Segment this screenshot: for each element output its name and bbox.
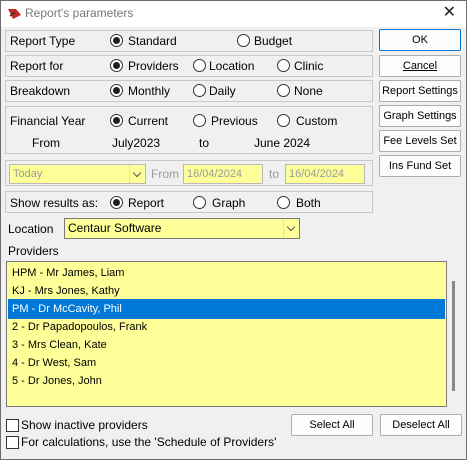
list-item[interactable]: 4 - Dr West, Sam	[8, 353, 445, 373]
radio-previous[interactable]	[193, 114, 206, 127]
date-to-field[interactable]: 16/04/2024	[285, 164, 365, 184]
radio-current[interactable]	[110, 114, 123, 127]
show-inactive-checkbox[interactable]	[6, 419, 19, 432]
breakdown-panel: Breakdown Monthly Daily None	[5, 80, 373, 102]
radio-monthly[interactable]	[110, 84, 123, 97]
financial-year-panel: Financial Year Current Previous Custom F…	[5, 106, 373, 154]
show-results-panel: Show results as: Report Graph Both	[5, 191, 373, 213]
location-value: Centaur Software	[68, 221, 162, 235]
window-title: Report's parameters	[25, 6, 134, 20]
radio-report[interactable]	[110, 196, 123, 209]
radio-custom[interactable]	[277, 114, 290, 127]
chevron-down-icon[interactable]	[283, 219, 299, 238]
report-for-panel: Report for Providers Location Clinic	[5, 55, 373, 77]
select-all-button[interactable]: Select All	[291, 414, 373, 436]
breakdown-label: Breakdown	[10, 84, 71, 98]
schedule-checkbox[interactable]	[6, 436, 19, 449]
radio-none[interactable]	[277, 84, 290, 97]
radio-standard[interactable]	[110, 34, 123, 47]
radio-standard-label[interactable]: Standard	[128, 34, 177, 48]
fy-to-value: June 2024	[254, 136, 311, 150]
date-from-field[interactable]: 16/04/2024	[183, 164, 263, 184]
graph-settings-button[interactable]: Graph Settings	[379, 105, 461, 127]
ok-button[interactable]: OK	[379, 29, 461, 51]
cancel-button[interactable]: Cancel	[379, 55, 461, 77]
providers-label: Providers	[8, 244, 59, 258]
deselect-all-button[interactable]: Deselect All	[380, 414, 462, 436]
report-type-panel: Report Type Standard Budget	[5, 30, 373, 52]
list-item-selected[interactable]: PM - Dr McCavity, Phil	[8, 299, 445, 319]
location-label: Location	[8, 222, 54, 236]
radio-location-label[interactable]: Location	[209, 59, 254, 73]
radio-providers-label[interactable]: Providers	[128, 59, 179, 73]
radio-clinic[interactable]	[277, 59, 290, 72]
radio-graph[interactable]	[193, 196, 206, 209]
fy-to-label: to	[199, 136, 210, 150]
radio-current-label[interactable]: Current	[128, 114, 168, 128]
period-combo[interactable]: Today	[9, 164, 146, 184]
show-inactive-label[interactable]: Show inactive providers	[21, 418, 148, 432]
financial-year-label: Financial Year	[10, 114, 86, 128]
providers-scrollbar[interactable]	[447, 261, 461, 407]
radio-none-label[interactable]: None	[294, 84, 323, 98]
fee-levels-set-button[interactable]: Fee Levels Set	[379, 130, 461, 152]
radio-both[interactable]	[277, 196, 290, 209]
radio-custom-label[interactable]: Custom	[296, 114, 337, 128]
radio-providers[interactable]	[110, 59, 123, 72]
list-item[interactable]: 5 - Dr Jones, John	[8, 371, 445, 391]
list-item[interactable]: HPM - Mr James, Liam	[8, 263, 445, 283]
radio-graph-label[interactable]: Graph	[212, 196, 245, 210]
scrollbar-thumb[interactable]	[452, 281, 455, 391]
radio-previous-label[interactable]: Previous	[211, 114, 258, 128]
radio-clinic-label[interactable]: Clinic	[294, 59, 323, 73]
list-item[interactable]: KJ - Mrs Jones, Kathy	[8, 281, 445, 301]
list-item[interactable]: 3 - Mrs Clean, Kate	[8, 335, 445, 355]
report-type-label: Report Type	[10, 34, 76, 48]
radio-both-label[interactable]: Both	[296, 196, 321, 210]
radio-daily[interactable]	[193, 84, 206, 97]
fy-from-label: From	[32, 136, 60, 150]
report-for-label: Report for	[10, 59, 64, 73]
date-range-panel: Today From 16/04/2024 to 16/04/2024	[5, 160, 373, 186]
radio-monthly-label[interactable]: Monthly	[128, 84, 170, 98]
period-value: Today	[13, 168, 43, 180]
location-combo[interactable]: Centaur Software	[64, 218, 300, 239]
radio-daily-label[interactable]: Daily	[209, 84, 236, 98]
radio-budget[interactable]	[237, 34, 250, 47]
ins-fund-set-button[interactable]: Ins Fund Set	[379, 155, 461, 177]
close-icon[interactable]: ✕	[443, 4, 456, 22]
date-to-label: to	[269, 167, 280, 181]
app-logo-icon	[8, 9, 21, 19]
providers-list[interactable]: HPM - Mr James, Liam KJ - Mrs Jones, Kat…	[6, 261, 447, 407]
report-parameters-dialog: Report's parameters ✕ Report Type Standa…	[0, 0, 467, 460]
title-bar: Report's parameters ✕	[1, 1, 466, 27]
date-from-label: From	[151, 167, 179, 181]
list-item[interactable]: 2 - Dr Papadopoulos, Frank	[8, 317, 445, 337]
radio-report-label[interactable]: Report	[128, 196, 164, 210]
fy-from-value: July2023	[112, 136, 161, 150]
report-settings-button[interactable]: Report Settings	[379, 80, 461, 102]
chevron-down-icon[interactable]	[129, 165, 145, 183]
show-results-label: Show results as:	[10, 196, 99, 210]
schedule-label[interactable]: For calculations, use the 'Schedule of P…	[21, 435, 276, 449]
radio-budget-label[interactable]: Budget	[254, 34, 292, 48]
radio-location[interactable]	[193, 59, 206, 72]
